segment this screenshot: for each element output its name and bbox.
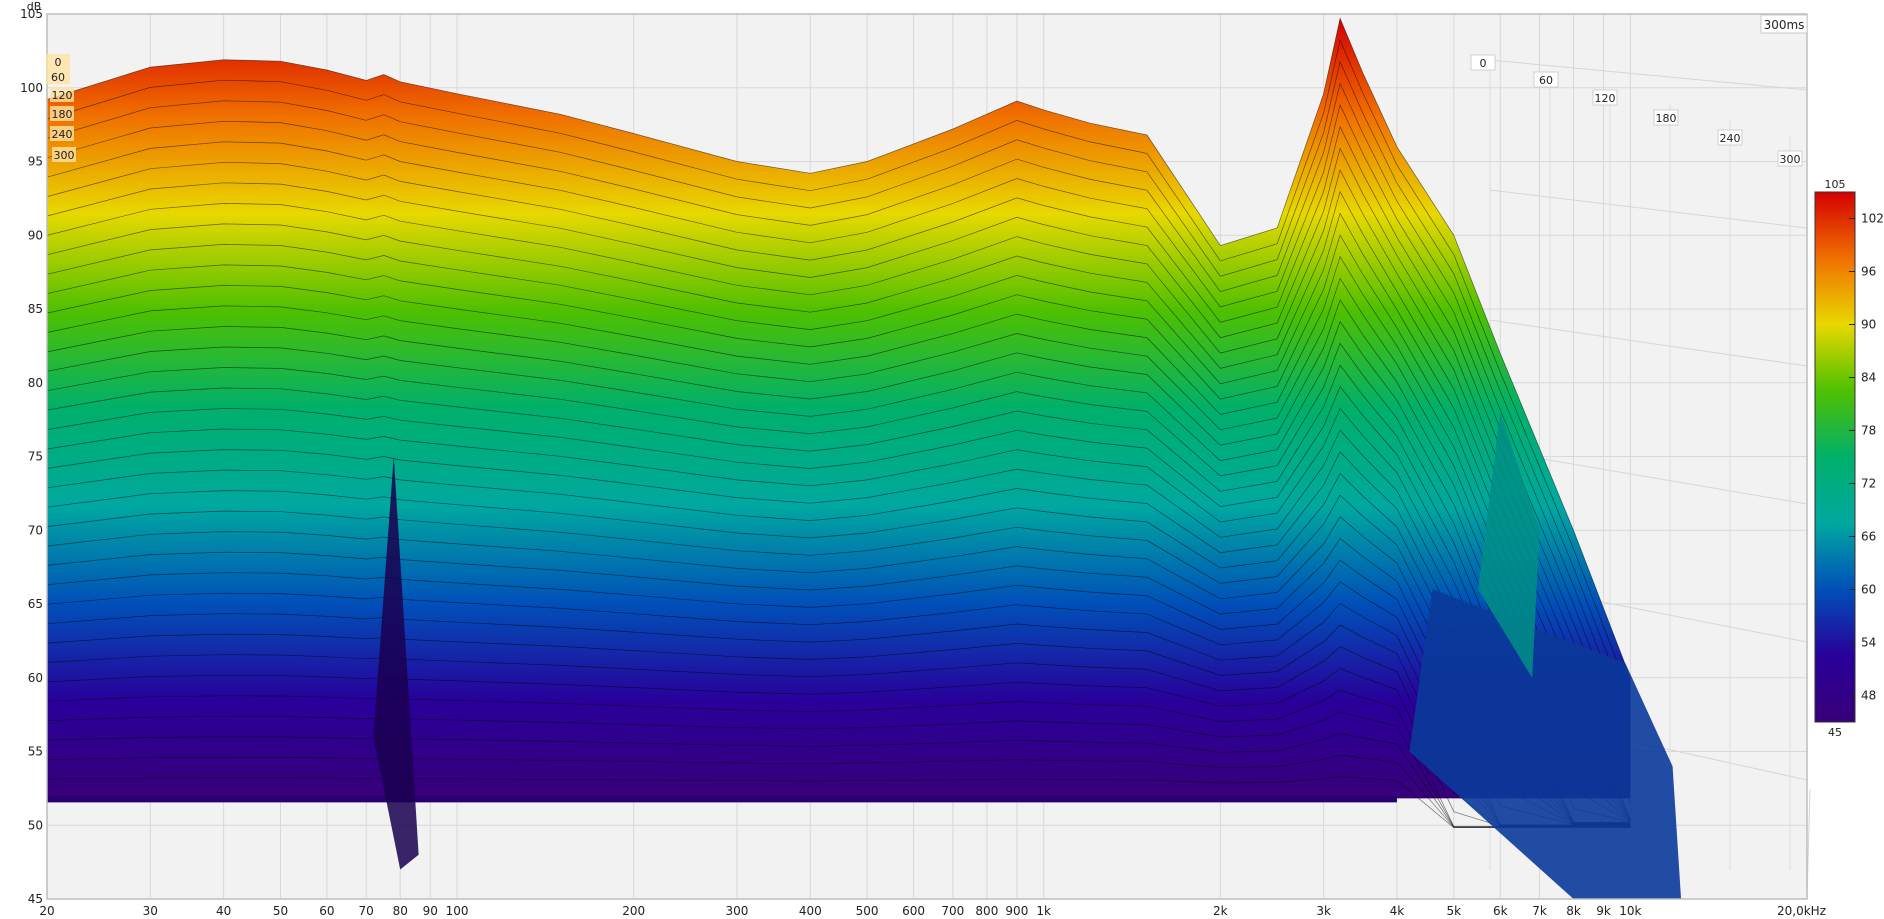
x-tick-label: 80 [393,904,408,918]
x-tick-label: 50 [273,904,288,918]
surface-time-tick: 240 [50,126,74,141]
y-tick-label: 50 [28,818,43,832]
time-range-label: 300ms [1764,18,1805,32]
x-tick-label: 3k [1316,904,1331,918]
x-tick-label: 1k [1036,904,1051,918]
y-tick-label: 55 [28,745,43,759]
time-tick: 60 [1533,71,1559,88]
x-tick-label: 90 [423,904,438,918]
x-tick-label: 6k [1493,904,1508,918]
x-tick-label: 40 [216,904,231,918]
y-tick-label: 60 [28,671,43,685]
x-tick-label: 5k [1446,904,1461,918]
svg-text:300: 300 [54,149,75,162]
svg-text:300: 300 [1780,153,1801,166]
y-tick-label: 95 [28,155,43,169]
surface-time-tick: 300 [52,147,76,162]
x-tick-label: 800 [975,904,998,918]
colorbar-max-label: 105 [1825,178,1846,191]
x-tick-label: 10k [1619,904,1641,918]
y-tick-label: 70 [28,523,43,537]
x-tick-label: 400 [799,904,822,918]
time-tick: 120 [1592,89,1618,106]
colorbar-tick-label: 84 [1861,371,1876,385]
svg-text:180: 180 [52,108,73,121]
x-tick-label: 600 [902,904,925,918]
surface-time-tick: 180 [50,106,74,121]
y-tick-label: 65 [28,597,43,611]
surface-time-tick: 120 [50,87,74,102]
x-tick-label: 500 [856,904,879,918]
colorbar-tick-label: 66 [1861,530,1876,544]
surface-time-tick: 0 [46,54,70,69]
svg-text:120: 120 [52,89,73,102]
x-tick-label: 100 [446,904,469,918]
svg-text:0: 0 [55,56,62,69]
svg-text:120: 120 [1595,92,1616,105]
x-tick-label: 300 [726,904,749,918]
y-axis: dB 4550556065707580859095100105 [20,0,43,906]
time-tick: 180 [1653,109,1679,126]
x-tick-label: 9k [1596,904,1611,918]
colorbar-tick-label: 78 [1861,424,1876,438]
x-tick-label: 30 [143,904,158,918]
svg-text:0: 0 [1480,57,1487,70]
colorbar-tick-label: 60 [1861,583,1876,597]
svg-text:60: 60 [51,71,65,84]
time-tick: 240 [1717,129,1743,146]
y-tick-label: 75 [28,450,43,464]
x-tick-label: 20,0kHz [1777,904,1826,918]
svg-text:180: 180 [1656,112,1677,125]
colorbar-tick-label: 72 [1861,477,1876,491]
surface-time-tick: 60 [46,69,70,84]
y-tick-label: 105 [20,7,43,21]
x-tick-label: 8k [1566,904,1581,918]
x-tick-label: 70 [359,904,374,918]
x-tick-label: 60 [319,904,334,918]
x-axis: 20 30 40 50 60 70 80 90 100 200 300 400 500 600 700 800… [39,904,1826,918]
x-tick-label: 700 [941,904,964,918]
time-range-badge: 300ms [1760,14,1808,34]
colorbar-min-label: 45 [1828,726,1842,739]
colorbar-tick-label: 96 [1861,265,1876,279]
x-tick-label: 900 [1005,904,1028,918]
colorbar-tick-label: 90 [1861,318,1876,332]
colorbar-tick-label: 102 [1861,212,1884,226]
time-tick: 300 [1777,150,1803,167]
colorbar: 45 105 102 96 90 84 78 72 66 60 54 48 [1814,178,1884,739]
time-tick: 0 [1470,54,1496,71]
y-tick-label: 85 [28,302,43,316]
svg-text:240: 240 [52,128,73,141]
svg-text:240: 240 [1720,132,1741,145]
x-tick-label: 20 [39,904,54,918]
colorbar-tick-label: 48 [1861,689,1876,703]
x-tick-label: 7k [1532,904,1547,918]
x-tick-label: 4k [1390,904,1405,918]
x-tick-label: 200 [622,904,645,918]
y-tick-label: 100 [20,81,43,95]
colorbar-tick-label: 54 [1861,636,1876,650]
x-tick-label: 2k [1213,904,1228,918]
y-tick-label: 90 [28,228,43,242]
svg-text:60: 60 [1539,74,1553,87]
y-tick-label: 80 [28,376,43,390]
waterfall-chart: dB 4550556065707580859095100105 20 30 40 50… [20,0,1884,918]
